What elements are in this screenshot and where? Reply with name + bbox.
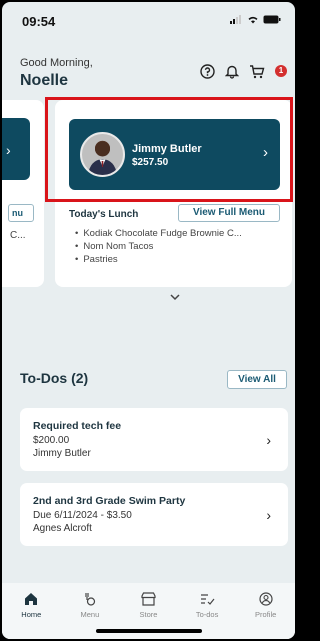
help-icon[interactable]: [199, 64, 215, 84]
store-icon: [141, 592, 156, 606]
tab-label: Profile: [255, 610, 277, 619]
cart-badge: 1: [275, 65, 287, 77]
todo-student: Jimmy Butler: [33, 448, 91, 459]
tab-label: Store: [139, 610, 158, 619]
todo-amount: $200.00: [33, 435, 70, 446]
header-actions: 1: [199, 64, 287, 84]
todos-title: To-Dos (2): [20, 370, 89, 386]
todos-icon: [200, 594, 215, 605]
battery-icon: [263, 15, 281, 24]
profile-icon: [259, 592, 273, 606]
todays-lunch-title: Today's Lunch: [69, 209, 139, 220]
tab-label: To-dos: [195, 610, 219, 619]
home-indicator: [96, 629, 202, 633]
tab-label: Menu: [80, 610, 100, 619]
wifi-icon: [248, 16, 258, 24]
cart-icon[interactable]: 1: [249, 64, 287, 84]
menu-icon: [85, 593, 95, 606]
status-bar: 09:54: [2, 2, 295, 36]
tab-label: Home: [21, 610, 42, 619]
system-icons: [230, 15, 281, 24]
chevron-right-icon: ›: [6, 142, 11, 158]
chevron-down-icon[interactable]: [170, 292, 180, 304]
user-name: Noelle: [20, 72, 69, 89]
todo-student: Agnes Alcroft: [33, 523, 92, 534]
greeting-text: Good Morning,: [20, 57, 93, 69]
lunch-items-list: Kodiak Chocolate Fudge Brownie C... Nom …: [75, 227, 242, 266]
todo-item[interactable]: 2nd and 3rd Grade Swim Party Due 6/11/20…: [20, 483, 288, 546]
highlight-box: [45, 97, 293, 202]
chevron-right-icon: ›: [266, 432, 271, 448]
view-full-menu-button[interactable]: View Full Menu: [178, 204, 280, 222]
signal-icon: [230, 15, 241, 24]
view-all-button[interactable]: View All: [227, 370, 287, 389]
todo-due: Due 6/11/2024 - $3.50: [33, 510, 132, 521]
app-screen: 09:54 Good Morning, Noelle 1 › nu C... J…: [2, 2, 295, 639]
status-time: 09:54: [22, 14, 56, 29]
bell-icon[interactable]: [224, 64, 239, 84]
tab-profile[interactable]: Profile: [236, 583, 295, 639]
lunch-item: Nom Nom Tacos: [75, 240, 242, 253]
todo-title: Required tech fee: [33, 420, 122, 432]
todo-title: 2nd and 3rd Grade Swim Party: [33, 495, 186, 507]
lunch-item: Pastries: [75, 253, 242, 266]
todo-item[interactable]: Required tech fee $200.00 Jimmy Butler ›: [20, 408, 288, 471]
tab-home[interactable]: Home: [2, 583, 61, 639]
previous-view-menu-button[interactable]: nu: [8, 204, 34, 222]
previous-lunch-preview: C...: [10, 230, 26, 241]
home-icon: [25, 593, 38, 605]
lunch-item: Kodiak Chocolate Fudge Brownie C...: [75, 227, 241, 240]
chevron-right-icon: ›: [266, 507, 271, 523]
